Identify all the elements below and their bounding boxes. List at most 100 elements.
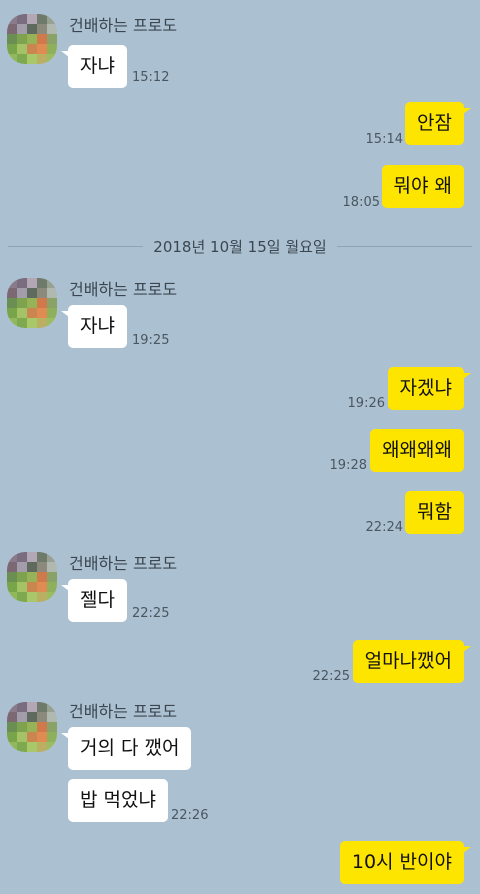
avatar-pixel [47,278,57,288]
avatar-pixel [37,562,47,572]
avatar-pixel [47,54,57,64]
outgoing-message[interactable]: 왜왜왜왜 [370,429,464,472]
avatar-pixel [7,582,17,592]
sender-avatar[interactable] [7,552,57,602]
avatar-pixel [27,318,37,328]
message-time: 15:14 [365,132,403,147]
avatar-pixel [7,308,17,318]
avatar-pixel [17,732,27,742]
avatar-pixel [27,44,37,54]
avatar-pixel [47,298,57,308]
message-time: 22:24 [365,520,403,535]
avatar-pixel [47,34,57,44]
avatar-pixel [17,318,27,328]
sender-avatar[interactable] [7,14,57,64]
avatar-pixel [17,592,27,602]
avatar-pixel [7,572,17,582]
avatar-pixel [27,552,37,562]
avatar-pixel [7,298,17,308]
avatar-pixel [27,288,37,298]
avatar-pixel [7,44,17,54]
avatar-pixel [7,278,17,288]
avatar-pixel [7,592,17,602]
avatar-pixel [17,582,27,592]
message-time: 18:05 [342,195,380,210]
message-time: 19:26 [347,396,385,411]
sender-name: 건배하는 프로도 [69,280,178,299]
avatar-pixel [17,54,27,64]
avatar-pixel [37,722,47,732]
avatar-pixel [47,722,57,732]
avatar-pixel [17,562,27,572]
avatar-pixel [37,44,47,54]
avatar-pixel [27,572,37,582]
chat-room[interactable]: 건배하는 프로도 자냐 15:12 안잠 15:14 뭐야 왜 18:05 20… [0,0,480,894]
avatar-pixel [47,44,57,54]
avatar-pixel [37,318,47,328]
sender-name: 건배하는 프로도 [69,702,178,721]
avatar-pixel [17,722,27,732]
avatar-pixel [37,592,47,602]
avatar-pixel [7,722,17,732]
avatar-pixel [47,562,57,572]
avatar-pixel [37,34,47,44]
avatar-pixel [17,288,27,298]
avatar-pixel [27,278,37,288]
sender-name: 건배하는 프로도 [69,16,178,35]
avatar-pixel [27,702,37,712]
avatar-pixel [7,14,17,24]
avatar-pixel [27,54,37,64]
avatar-pixel [37,278,47,288]
sender-avatar[interactable] [7,278,57,328]
avatar-pixel [37,572,47,582]
avatar-pixel [37,582,47,592]
avatar-pixel [27,562,37,572]
outgoing-message[interactable]: 얼마나깼어 [352,640,472,683]
avatar-pixel [37,288,47,298]
message-time: 19:28 [329,458,367,473]
avatar-pixel [37,14,47,24]
outgoing-message[interactable]: 10시 반이야 [339,841,472,884]
avatar-pixel [17,34,27,44]
avatar-pixel [7,24,17,34]
avatar-pixel [47,308,57,318]
avatar-pixel [37,54,47,64]
incoming-message[interactable]: 밥 먹었냐 [68,779,168,822]
avatar-pixel [7,712,17,722]
avatar-pixel [17,572,27,582]
avatar-pixel [17,24,27,34]
avatar-pixel [37,552,47,562]
avatar-pixel [47,712,57,722]
avatar-pixel [47,702,57,712]
avatar-pixel [47,24,57,34]
outgoing-message[interactable]: 뭐함 [405,491,464,534]
sender-avatar[interactable] [7,702,57,752]
date-divider-label: 2018년 10월 15일 월요일 [153,237,327,256]
outgoing-message[interactable]: 자겠냐 [387,367,472,410]
avatar-pixel [7,562,17,572]
outgoing-message[interactable]: 뭐야 왜 [381,165,464,208]
avatar-pixel [27,712,37,722]
avatar-pixel [47,572,57,582]
avatar-pixel [27,34,37,44]
incoming-message[interactable]: 자냐 [61,45,127,88]
avatar-pixel [37,24,47,34]
avatar-pixel [7,288,17,298]
outgoing-message[interactable]: 안잠 [405,102,471,145]
avatar-pixel [17,278,27,288]
avatar-pixel [27,592,37,602]
incoming-message[interactable]: 젤다 [61,579,127,622]
message-time: 15:12 [132,70,170,85]
avatar-pixel [47,732,57,742]
avatar-pixel [37,308,47,318]
message-time: 19:25 [132,333,170,348]
avatar-pixel [17,44,27,54]
incoming-message[interactable]: 거의 다 깼어 [60,727,192,770]
avatar-pixel [17,14,27,24]
message-time: 22:26 [171,808,209,823]
avatar-pixel [17,308,27,318]
avatar-pixel [7,552,17,562]
avatar-pixel [17,298,27,308]
avatar-pixel [17,742,27,752]
incoming-message[interactable]: 자냐 [61,305,127,348]
